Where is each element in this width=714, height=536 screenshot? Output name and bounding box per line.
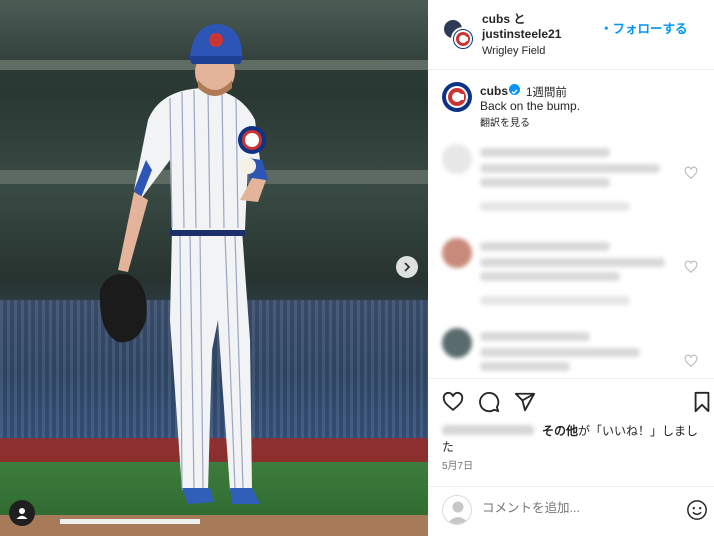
location-link[interactable]: Wrigley Field [482,45,545,57]
author-line-1[interactable]: cubs と [482,12,561,27]
avatar [442,328,472,358]
collab-avatars[interactable] [442,18,475,51]
post-photo[interactable] [0,0,428,536]
likes-rest-text: が「いいね！」しまし [578,424,699,438]
chevron-right-icon [404,262,411,272]
blurred-text [480,202,630,211]
heart-icon[interactable] [442,391,464,413]
avatar [442,144,472,174]
post-sidebar: cubs と justinsteele21 Wrigley Field ・フォロ… [428,0,714,536]
translate-link[interactable]: 翻訳を見る [480,114,530,129]
next-image-button[interactable] [396,256,418,278]
blurred-text [480,296,630,305]
avatar [442,495,472,525]
author-line-2[interactable]: justinsteele21 [482,27,561,42]
comment-item [428,238,714,322]
default-avatar-icon [447,501,469,524]
send-icon[interactable] [514,391,536,413]
follow-button[interactable]: ・フォローする [600,18,688,37]
likes-summary-wrap: た [442,440,455,454]
comment-like-icon[interactable] [684,260,698,274]
comment-icon[interactable] [478,391,500,413]
blurred-text [480,164,660,173]
tagged-users-button[interactable] [9,500,35,526]
caption-text: Back on the bump. [480,99,581,113]
avatar [451,27,475,51]
caption-timestamp[interactable]: 1週間前 [526,84,567,100]
liked-by-user-blurred [442,425,534,435]
cubs-logo-icon [446,86,468,108]
blurred-text [480,332,590,341]
blurred-text [480,178,610,187]
post-date[interactable]: 5月7日 [442,457,473,472]
caption-avatar[interactable] [442,82,472,112]
blurred-text [480,362,570,371]
avatar [442,238,472,268]
blurred-text [480,272,620,281]
comment-item [428,144,714,228]
comment-like-icon[interactable] [684,166,698,180]
blurred-text [480,258,665,267]
blurred-text [480,348,640,357]
comment-like-icon[interactable] [684,354,698,368]
likes-summary[interactable]: その他が「いいね！」しまし [542,422,698,439]
caption-username[interactable]: cubs [480,84,508,98]
person-icon [16,508,28,519]
blurred-text [480,148,610,157]
add-comment-bar [428,486,714,536]
bookmark-icon[interactable] [692,391,712,413]
cubs-logo-icon [454,30,472,48]
pitcher-figure [99,24,268,504]
blurred-text [480,242,610,251]
post-authors[interactable]: cubs と justinsteele21 [482,12,561,42]
comment-input[interactable] [482,501,632,515]
likes-others-link[interactable]: その他 [542,424,578,438]
post-header: cubs と justinsteele21 Wrigley Field ・フォロ… [428,0,714,70]
verified-badge-icon [509,84,520,95]
emoji-icon[interactable] [686,499,708,521]
